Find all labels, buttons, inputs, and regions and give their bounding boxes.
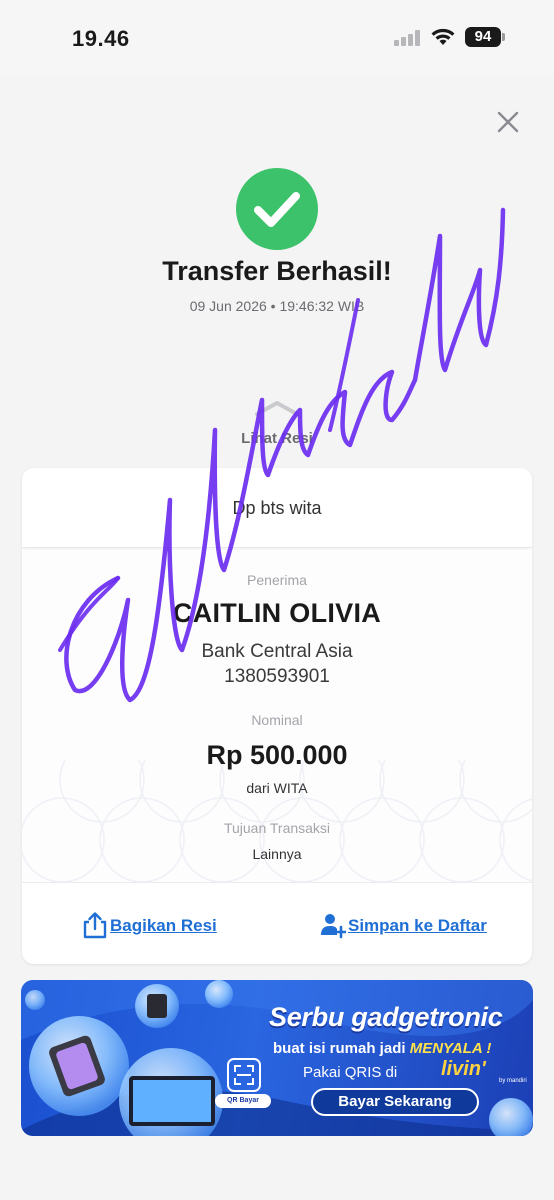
transfer-note: Dp bts wita bbox=[232, 498, 322, 518]
qr-pay-label: QR Bayar bbox=[215, 1094, 271, 1108]
banner-headline: Serbu gadgetronic bbox=[269, 1002, 503, 1032]
promo-banner[interactable]: QR Bayar Serbu gadgetronic buat isi ruma… bbox=[21, 980, 533, 1136]
view-receipt-toggle[interactable]: Lihat Resi bbox=[0, 400, 554, 452]
banner-subheadline-prefix: buat isi rumah jadi bbox=[273, 1040, 410, 1057]
source-account: dari WITA bbox=[246, 780, 308, 796]
view-receipt-label: Lihat Resi bbox=[241, 430, 313, 447]
page-title: Transfer Berhasil! bbox=[162, 256, 392, 286]
receipt-actions: Bagikan Resi Simpan ke Daftar bbox=[22, 882, 532, 964]
livin-logo: livin' bbox=[441, 1058, 486, 1080]
add-user-icon bbox=[321, 914, 346, 939]
banner-subheadline-emphasis: MENYALA ! bbox=[409, 1040, 492, 1057]
receipt-note-header: Dp bts wita bbox=[22, 468, 532, 548]
recipient-bank: Bank Central Asia bbox=[201, 641, 353, 662]
receipt-card: Dp bts wita Penerima CAITLIN OLIVIA Bank… bbox=[22, 468, 532, 964]
transfer-amount: Rp 500.000 bbox=[206, 740, 348, 770]
wifi-icon bbox=[431, 28, 455, 45]
recipient-account-number: 1380593901 bbox=[224, 666, 330, 687]
transaction-datetime: 09 Jun 2026 • 19:46:32 WIB bbox=[189, 298, 365, 314]
save-to-list-label: Simpan ke Daftar bbox=[348, 916, 487, 935]
success-check-icon bbox=[236, 168, 318, 250]
share-receipt-label: Bagikan Resi bbox=[110, 916, 217, 935]
status-bar: 19.46 94 bbox=[0, 0, 554, 76]
transaction-purpose: Lainnya bbox=[252, 846, 302, 862]
amount-label: Nominal bbox=[251, 712, 303, 728]
bottom-spacer bbox=[0, 1160, 554, 1200]
battery-indicator: 94 bbox=[465, 27, 501, 47]
signal-icon bbox=[394, 30, 422, 46]
livin-logo-sub: by mandiri bbox=[499, 1078, 527, 1084]
banner-subheadline: buat isi rumah jadi MENYALA ! bbox=[273, 1040, 491, 1057]
close-icon[interactable] bbox=[492, 106, 524, 138]
recipient-name: CAITLIN OLIVIA bbox=[172, 598, 382, 628]
qr-scan-icon bbox=[227, 1058, 261, 1092]
share-icon bbox=[83, 912, 107, 939]
recipient-label-text: Penerima bbox=[247, 572, 307, 588]
status-time: 19.46 bbox=[72, 26, 130, 51]
battery-tip bbox=[502, 33, 505, 41]
purpose-label: Tujuan Transaksi bbox=[223, 820, 331, 836]
chevron-up-icon bbox=[255, 401, 299, 416]
pay-now-button[interactable]: Bayar Sekarang bbox=[311, 1088, 479, 1116]
banner-qris-text: Pakai QRIS di bbox=[303, 1064, 398, 1081]
